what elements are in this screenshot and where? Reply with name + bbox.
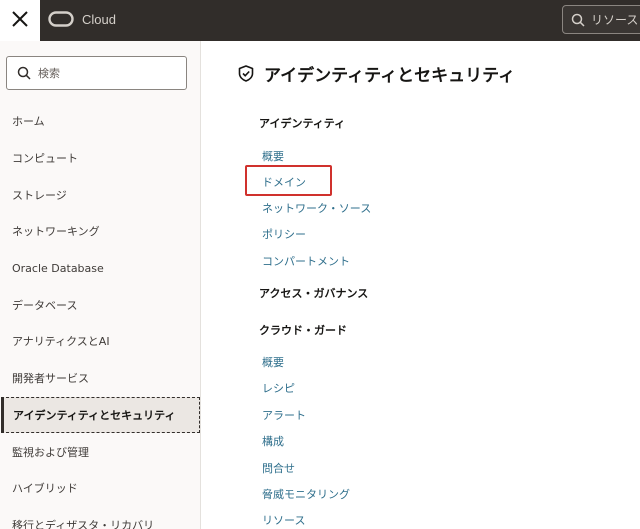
close-menu-button[interactable] xyxy=(0,0,40,41)
link-resources[interactable]: リソース xyxy=(262,512,305,528)
sidebar-item-label: Oracle Database xyxy=(12,261,104,275)
page-title-text: アイデンティティとセキュリティ xyxy=(264,66,516,86)
brand-label: Cloud xyxy=(82,11,116,27)
link-recipes[interactable]: レシピ xyxy=(262,380,295,396)
sidebar-item-label: ストレージ xyxy=(12,188,67,202)
sidebar-menu: ホーム コンピュート ストレージ ネットワーキング Oracle Databas… xyxy=(0,103,201,529)
main-panel: アイデンティティとセキュリティ アイデンティティ 概要 ドメイン ネットワーク・… xyxy=(202,41,640,529)
sidebar-item-label: 監視および管理 xyxy=(12,445,89,459)
resource-search-input[interactable] xyxy=(591,12,640,27)
sidebar-search-input[interactable] xyxy=(38,66,178,80)
section-heading-access-governance[interactable]: アクセス・ガバナンス xyxy=(259,285,368,301)
sidebar-item-label: 開発者サービス xyxy=(12,372,89,386)
link-configuration[interactable]: 構成 xyxy=(262,433,284,449)
link-policies[interactable]: ポリシー xyxy=(262,226,306,242)
sidebar-item-developer-services[interactable]: 開発者サービス xyxy=(0,360,201,397)
sidebar-item-home[interactable]: ホーム xyxy=(0,103,201,140)
search-icon xyxy=(17,66,31,80)
sidebar-item-compute[interactable]: コンピュート xyxy=(0,140,201,177)
link-threat-monitoring[interactable]: 脅威モニタリング xyxy=(262,486,350,502)
link-cloud-guard-overview[interactable]: 概要 xyxy=(262,354,284,370)
sidebar-item-oracle-database[interactable]: Oracle Database xyxy=(0,250,201,287)
sidebar-item-migration-dr[interactable]: 移行とディザスタ・リカバリ xyxy=(0,507,201,529)
link-alerts[interactable]: アラート xyxy=(262,407,306,423)
sidebar-search[interactable] xyxy=(6,56,187,90)
search-icon xyxy=(571,13,585,27)
close-icon xyxy=(11,10,29,32)
oracle-logo-icon xyxy=(48,11,74,27)
sidebar-item-label: ホーム xyxy=(12,115,45,129)
section-heading-identity: アイデンティティ xyxy=(259,117,346,130)
sidebar-item-label: アイデンティティとセキュリティ xyxy=(13,408,176,422)
top-bar: Cloud xyxy=(0,0,640,41)
link-query[interactable]: 問合せ xyxy=(262,460,295,476)
sidebar-item-label: ネットワーキング xyxy=(12,225,100,239)
sidebar-item-label: 移行とディザスタ・リカバリ xyxy=(12,518,155,529)
sidebar-item-networking[interactable]: ネットワーキング xyxy=(0,213,201,250)
page-title: アイデンティティとセキュリティ xyxy=(238,61,515,86)
sidebar-item-observability[interactable]: 監視および管理 xyxy=(0,433,201,470)
sidebar-item-hybrid[interactable]: ハイブリッド xyxy=(0,470,201,507)
sidebar-item-storage[interactable]: ストレージ xyxy=(0,176,201,213)
resource-search[interactable] xyxy=(562,5,640,34)
sidebar-item-label: アナリティクスとAI xyxy=(12,335,110,349)
section-heading-cloud-guard: クラウド・ガード xyxy=(259,324,347,337)
sidebar-item-database[interactable]: データベース xyxy=(0,286,201,323)
link-identity-overview[interactable]: 概要 xyxy=(262,148,284,164)
sidebar: ホーム コンピュート ストレージ ネットワーキング Oracle Databas… xyxy=(0,41,201,529)
sidebar-item-identity-security[interactable]: アイデンティティとセキュリティ xyxy=(1,396,200,434)
link-domains[interactable]: ドメイン xyxy=(262,174,306,190)
sidebar-item-label: ハイブリッド xyxy=(12,482,78,496)
link-compartments[interactable]: コンパートメント xyxy=(262,253,350,269)
sidebar-item-analytics-ai[interactable]: アナリティクスとAI xyxy=(0,323,201,360)
shield-check-icon xyxy=(238,65,254,82)
sidebar-item-label: コンピュート xyxy=(12,152,78,166)
brand[interactable]: Cloud xyxy=(48,8,116,30)
sidebar-item-label: データベース xyxy=(12,298,78,312)
link-network-sources[interactable]: ネットワーク・ソース xyxy=(262,200,371,216)
